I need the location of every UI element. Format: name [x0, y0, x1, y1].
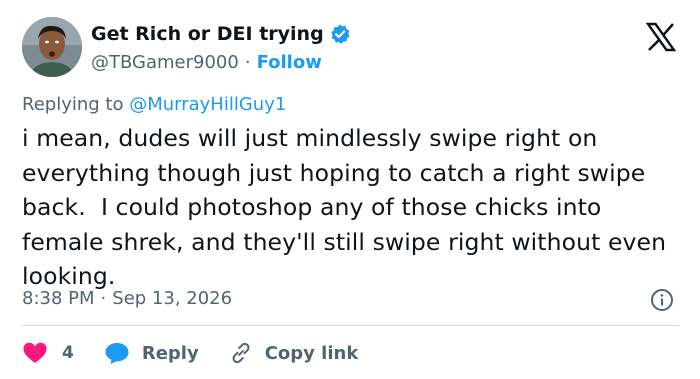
like-button[interactable]: 4	[22, 341, 74, 365]
info-icon[interactable]	[650, 288, 674, 312]
avatar-image	[22, 17, 82, 77]
display-name[interactable]: Get Rich or DEI trying	[91, 23, 324, 45]
action-bar: 4 Reply Copy link	[22, 339, 388, 367]
replying-mention-link[interactable]: @MurrayHillGuy1	[129, 94, 286, 115]
reply-label: Reply	[141, 342, 199, 364]
like-count: 4	[62, 343, 74, 363]
copy-link-button[interactable]: Copy link	[229, 341, 359, 365]
replying-prefix: Replying to	[22, 94, 130, 115]
reply-bubble-icon	[105, 343, 129, 364]
divider	[22, 325, 679, 326]
reply-button[interactable]: Reply	[104, 341, 199, 365]
tweet-time: 8:38 PM	[22, 288, 95, 309]
handle-separator: ·	[244, 52, 251, 73]
follow-button[interactable]: Follow	[257, 52, 322, 73]
author-handle[interactable]: @TBGamer9000	[91, 52, 239, 73]
tweet-text: i mean, dudes will just mindlessly swipe…	[22, 124, 674, 290]
link-icon	[232, 342, 250, 364]
avatar[interactable]	[22, 17, 82, 77]
heart-icon	[23, 342, 47, 363]
timestamp-separator: ·	[100, 288, 107, 309]
tweet-date: Sep 13, 2026	[112, 288, 233, 309]
tweet-timestamp[interactable]: 8:38 PM · Sep 13, 2026	[22, 288, 232, 309]
x-logo-icon[interactable]	[645, 21, 677, 53]
verified-badge-icon	[329, 23, 351, 45]
replying-to: Replying to @MurrayHillGuy1	[22, 94, 286, 115]
tweet-header: Get Rich or DEI trying @TBGamer9000 · Fo…	[22, 17, 682, 79]
copy-link-label: Copy link	[264, 342, 359, 364]
author-info: Get Rich or DEI trying @TBGamer9000 · Fo…	[91, 22, 351, 73]
